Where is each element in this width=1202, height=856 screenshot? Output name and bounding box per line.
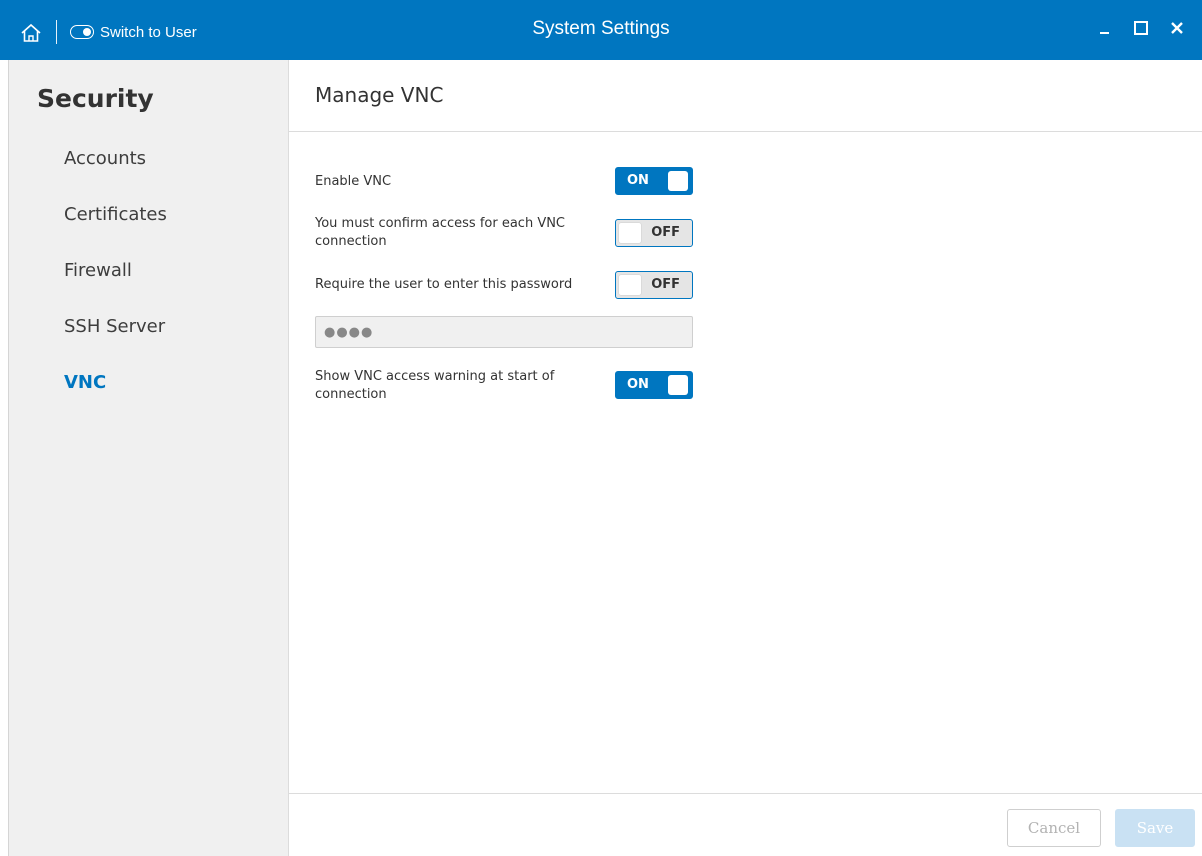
toggle-state-label: ON <box>627 377 649 392</box>
sidebar-item-accounts[interactable]: Accounts <box>9 130 288 186</box>
toggle-state-label: ON <box>627 173 649 188</box>
title-separator <box>56 20 57 44</box>
switch-to-user-button[interactable]: Switch to User <box>70 20 197 44</box>
require-password-label: Require the user to enter this password <box>315 277 573 292</box>
confirm-access-label: You must confirm access for each VNC con… <box>315 216 566 249</box>
sidebar: Security Accounts Certificates Firewall … <box>8 60 289 856</box>
page-title: Manage VNC <box>315 83 444 107</box>
title-bar: Switch to User System Settings <box>0 0 1202 60</box>
sidebar-item-vnc[interactable]: VNC <box>9 354 288 410</box>
home-icon[interactable] <box>20 22 42 44</box>
show-warning-label: Show VNC access warning at start of conn… <box>315 369 555 402</box>
switch-to-user-label: Switch to User <box>100 23 197 41</box>
sidebar-nav: Accounts Certificates Firewall SSH Serve… <box>9 130 288 410</box>
main-panel: Manage VNC Enable VNC ON You must confir… <box>289 60 1202 856</box>
maximize-icon[interactable] <box>1130 14 1152 42</box>
sidebar-item-firewall[interactable]: Firewall <box>9 242 288 298</box>
minimize-icon[interactable] <box>1094 14 1116 42</box>
sidebar-item-certificates[interactable]: Certificates <box>9 186 288 242</box>
footer-divider <box>289 793 1202 794</box>
sidebar-item-ssh-server[interactable]: SSH Server <box>9 298 288 354</box>
close-icon[interactable] <box>1166 14 1188 42</box>
sidebar-title: Security <box>37 84 154 113</box>
enable-vnc-label: Enable VNC <box>315 174 392 189</box>
enable-vnc-toggle[interactable]: ON <box>615 167 693 195</box>
toggle-state-label: OFF <box>651 277 680 292</box>
confirm-access-toggle[interactable]: OFF <box>615 219 693 247</box>
require-password-toggle[interactable]: OFF <box>615 271 693 299</box>
cancel-button[interactable]: Cancel <box>1007 809 1101 847</box>
save-button[interactable]: Save <box>1115 809 1195 847</box>
toggle-knob <box>668 375 688 395</box>
password-field[interactable] <box>315 316 693 348</box>
toggle-state-label: OFF <box>651 225 680 240</box>
toggle-icon <box>70 25 94 39</box>
toggle-knob <box>668 171 688 191</box>
show-warning-toggle[interactable]: ON <box>615 371 693 399</box>
toggle-knob <box>619 275 641 295</box>
toggle-knob <box>619 223 641 243</box>
header-divider <box>289 131 1202 132</box>
